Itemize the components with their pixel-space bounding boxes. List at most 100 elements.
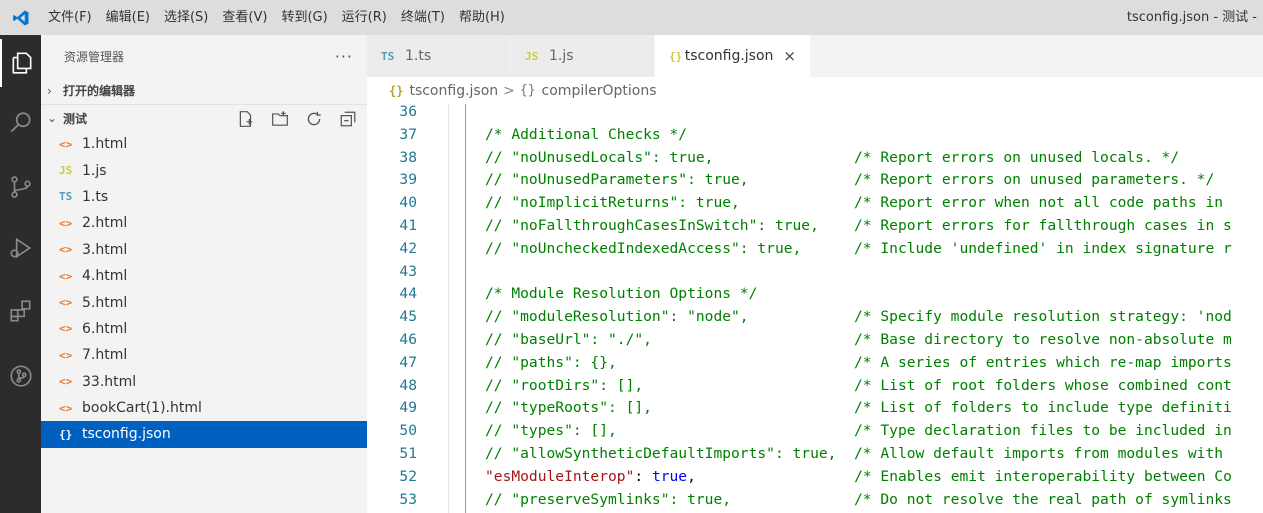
file-name: 1.js [82, 162, 107, 179]
code-comment: // "paths": {}, /* A series of entries w… [485, 353, 1232, 371]
folder-label: 测试 [63, 111, 88, 126]
code-comment: // "noImplicitReturns": true, /* Report … [485, 194, 1224, 212]
tab-1-js[interactable]: JS 1.js [511, 35, 655, 77]
code-line: 36 [367, 104, 1263, 124]
code-line: 51 // "allowSyntheticDefaultImports": tru… [367, 443, 1263, 466]
file-item[interactable]: <> 3.html [41, 237, 367, 263]
breadcrumb-file[interactable]: tsconfig.json [409, 83, 498, 99]
search-icon[interactable] [0, 99, 41, 147]
json-colon: : [634, 467, 652, 485]
json-file-icon: {} [59, 427, 73, 441]
json-file-icon: {} [389, 83, 404, 98]
code-comment: // "noUnusedLocals": true, /* Report err… [485, 148, 1180, 166]
code-editor[interactable]: 36 37 /* Additional Checks */ 38 // "noUnuse… [367, 104, 1263, 513]
folder-section[interactable]: ⌄ 测试 [41, 104, 367, 131]
line-number: 48 [399, 376, 417, 394]
ts-file-icon: TS [381, 49, 395, 63]
code-comment: // "rootDirs": [], /* List of root folde… [485, 376, 1232, 394]
line-number: 46 [399, 331, 417, 348]
html-file-icon: <> [59, 322, 73, 336]
file-item[interactable]: <> 2.html [41, 210, 367, 236]
menu-file[interactable]: 文件(F) [41, 0, 99, 35]
code-comment: // "typeRoots": [], /* List of folders t… [485, 399, 1232, 417]
file-item[interactable]: <> 6.html [41, 316, 367, 342]
file-item[interactable]: <> bookCart(1).html [41, 395, 367, 421]
code-line: 37 /* Additional Checks */ [367, 124, 1263, 147]
object-symbol-icon: {} [519, 83, 536, 98]
menu-go[interactable]: 转到(G) [274, 0, 334, 35]
git-graph-icon[interactable] [0, 352, 41, 400]
code-line: 52 "esModuleInterop": true, /* Enables em… [367, 466, 1263, 489]
file-item[interactable]: <> 5.html [41, 289, 367, 315]
explorer-icon[interactable] [0, 39, 41, 87]
line-number: 45 [399, 308, 417, 326]
code-comment: /* Module Resolution Options */ [485, 285, 758, 303]
explorer-header: 资源管理器 ··· [41, 35, 367, 77]
tab-label: 1.js [549, 48, 574, 64]
file-name: 1.ts [82, 188, 109, 205]
line-number: 40 [399, 194, 417, 212]
code-line: 45 // "moduleResolution": "node", /* Spec… [367, 306, 1263, 329]
collapse-all-icon[interactable] [338, 109, 358, 129]
menu-help[interactable]: 帮助(H) [452, 0, 512, 35]
file-item[interactable]: <> 33.html [41, 369, 367, 395]
file-item[interactable]: <> 7.html [41, 342, 367, 368]
code-line: 49 // "typeRoots": [], /* List of folders… [367, 397, 1263, 420]
title-bar: 文件(F) 编辑(E) 选择(S) 查看(V) 转到(G) 运行(R) 终端(T… [0, 0, 1263, 35]
file-name: 1.html [82, 136, 128, 153]
code-line: 40 // "noImplicitReturns": true, /* Repor… [367, 192, 1263, 215]
line-number: 53 [399, 490, 417, 508]
extensions-icon[interactable] [0, 287, 41, 335]
line-number: 44 [399, 285, 417, 303]
file-item[interactable]: <> 1.html [41, 131, 367, 157]
source-control-icon[interactable] [0, 163, 41, 211]
menu-run[interactable]: 运行(R) [335, 0, 394, 35]
menu-edit[interactable]: 编辑(E) [99, 0, 157, 35]
js-file-icon: JS [525, 49, 539, 63]
code-comment: // "allowSyntheticDefaultImports": true,… [485, 445, 1224, 462]
folder-actions [236, 109, 358, 129]
file-name: 2.html [82, 215, 128, 232]
file-name: 7.html [82, 347, 128, 364]
ts-file-icon: TS [59, 190, 73, 204]
json-key: "esModuleInterop" [485, 467, 635, 485]
more-actions-button[interactable]: ··· [335, 47, 353, 66]
new-folder-icon[interactable] [270, 109, 290, 129]
line-number: 42 [399, 239, 417, 257]
file-name: 4.html [82, 268, 128, 285]
tab-tsconfig-json[interactable]: {} tsconfig.json × [655, 35, 811, 77]
menu-selection[interactable]: 选择(S) [157, 0, 215, 35]
menu-terminal[interactable]: 终端(T) [394, 0, 452, 35]
menu-view[interactable]: 查看(V) [215, 0, 274, 35]
file-item[interactable]: JS 1.js [41, 157, 367, 183]
code-line: 42 // "noUncheckedIndexedAccess": true, /… [367, 238, 1263, 261]
file-item[interactable]: {} tsconfig.json [41, 421, 367, 448]
new-file-icon[interactable] [236, 109, 256, 129]
open-editors-section[interactable]: › 打开的编辑器 [41, 77, 367, 104]
line-number: 49 [399, 399, 417, 417]
vscode-logo-icon [0, 0, 41, 35]
line-number: 52 [399, 467, 417, 485]
html-file-icon: <> [59, 348, 73, 362]
html-file-icon: <> [59, 375, 73, 389]
run-debug-icon[interactable] [0, 224, 41, 272]
html-file-icon: <> [59, 137, 73, 151]
code-comment: // "types": [], /* Type declaration file… [485, 422, 1232, 440]
json-file-icon: {} [669, 49, 683, 63]
refresh-icon[interactable] [304, 109, 324, 129]
file-name: tsconfig.json [82, 426, 171, 443]
explorer-sidebar: 资源管理器 ··· › 打开的编辑器 ⌄ 测试 <> 1.html JS 1.js TS… [41, 35, 367, 513]
close-icon[interactable]: × [783, 47, 796, 65]
file-tree: <> 1.html JS 1.js TS 1.ts <> 2.html <> 3.html <> 4.… [41, 131, 367, 448]
code-line: 46 // "baseUrl": "./", /* Base directory … [367, 329, 1263, 352]
window-title: tsconfig.json - 测试 - [1126, 10, 1257, 25]
code-line: 48 // "rootDirs": [], /* List of root fol… [367, 375, 1263, 398]
tab-1-ts[interactable]: TS 1.ts [367, 35, 511, 77]
breadcrumb-symbol[interactable]: compilerOptions [542, 83, 657, 99]
code-line: 39 // "noUnusedParameters": true, /* Repo… [367, 169, 1263, 192]
code-line: 53 // "preserveSymlinks": true, /* Do not… [367, 489, 1263, 512]
file-item[interactable]: TS 1.ts [41, 184, 367, 210]
tab-label: tsconfig.json [684, 48, 774, 64]
file-item[interactable]: <> 4.html [41, 263, 367, 289]
